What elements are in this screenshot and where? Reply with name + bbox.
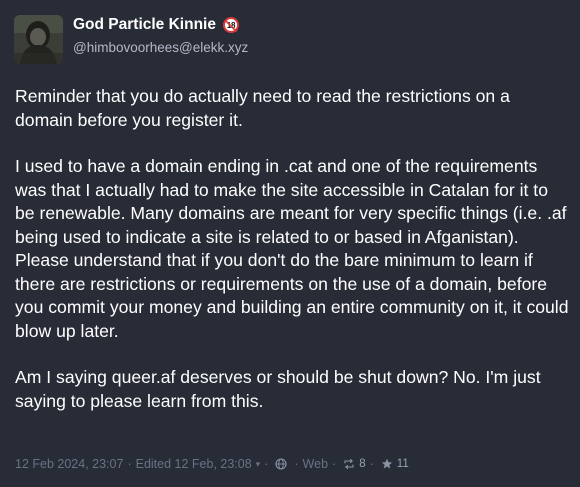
paragraph: Am I saying queer.af deserves or should … <box>15 367 541 411</box>
separator: · <box>294 457 299 471</box>
edited-indicator[interactable]: Edited 12 Feb, 23:08 <box>136 457 252 471</box>
chevron-down-icon[interactable]: ▾ <box>256 459 261 470</box>
timestamp-link[interactable]: 12 Feb 2024, 23:07 <box>15 457 123 471</box>
paragraph: Reminder that you do actually need to re… <box>15 86 510 130</box>
favourite-count: 11 <box>396 458 409 470</box>
application-name: Web <box>302 457 329 471</box>
boost-icon[interactable] <box>343 458 355 470</box>
status-header: God Particle Kinnie 18 @himbovoorhees@el… <box>14 14 248 64</box>
account-handle[interactable]: @himbovoorhees@elekk.xyz <box>73 39 248 57</box>
separator: · <box>264 457 269 471</box>
separator: · <box>332 457 337 471</box>
author-names: God Particle Kinnie 18 @himbovoorhees@el… <box>73 15 248 57</box>
age-restriction-icon: 18 <box>222 17 239 33</box>
status-content: Reminder that you do actually need to re… <box>15 85 570 436</box>
boost-count: 8 <box>359 458 366 470</box>
globe-icon[interactable] <box>275 458 287 470</box>
paragraph: I used to have a domain ending in .cat a… <box>15 156 569 341</box>
status-post: God Particle Kinnie 18 @himbovoorhees@el… <box>0 0 580 487</box>
status-meta: 12 Feb 2024, 23:07 · Edited 12 Feb, 23:0… <box>15 455 409 473</box>
avatar[interactable] <box>14 14 63 64</box>
star-icon[interactable] <box>381 458 393 470</box>
separator: · <box>127 457 132 471</box>
display-name-row: God Particle Kinnie 18 <box>73 15 248 35</box>
separator: · <box>369 457 374 471</box>
avatar-image <box>14 14 63 64</box>
display-name[interactable]: God Particle Kinnie <box>73 15 216 35</box>
